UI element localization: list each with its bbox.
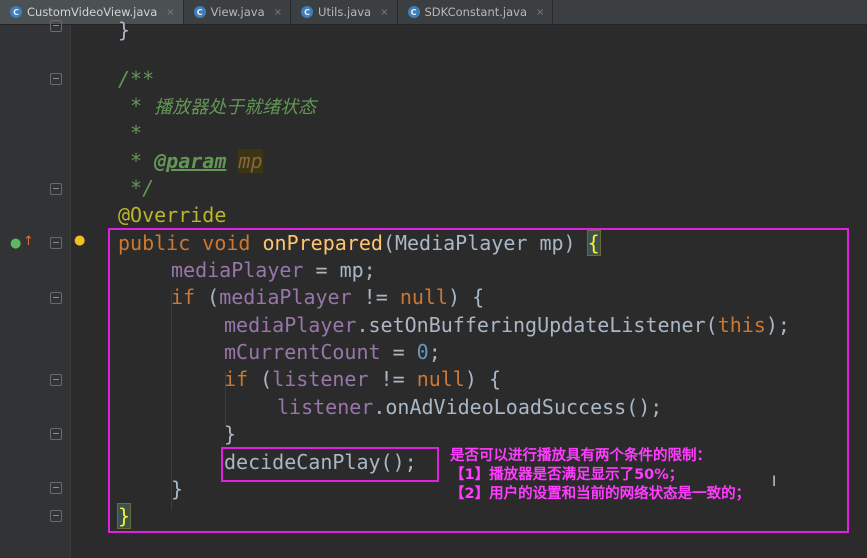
java-class-icon: C: [10, 6, 22, 18]
text-cursor-icon: I: [772, 474, 777, 490]
annotation-note: 是否可以进行播放具有两个条件的限制： 【1】播放器是否满足显示了50%； 【2】…: [450, 447, 750, 504]
lightbulb-icon[interactable]: ●: [74, 233, 85, 248]
code-line: *: [118, 121, 143, 145]
fold-marker-icon[interactable]: [50, 183, 62, 195]
annotation-line: 是否可以进行播放具有两个条件的限制：: [450, 448, 711, 464]
code-line: * 播放器处于就绪状态: [118, 94, 317, 118]
fold-marker-icon[interactable]: [50, 482, 62, 494]
fold-marker-icon[interactable]: [50, 20, 62, 32]
fold-marker-icon[interactable]: [50, 428, 62, 440]
code-line: }: [118, 18, 131, 42]
javadoc-description: 播放器处于就绪状态: [154, 97, 317, 118]
code-line: /**: [118, 67, 155, 91]
fold-marker-icon[interactable]: [50, 292, 62, 304]
fold-marker-icon[interactable]: [50, 237, 62, 249]
fold-marker-icon[interactable]: [50, 374, 62, 386]
fold-marker-icon[interactable]: [50, 510, 62, 522]
override-marker-icon[interactable]: ●: [10, 236, 21, 251]
gutter-divider: [70, 25, 71, 558]
code-line: */: [118, 176, 155, 200]
annotation-line: 【1】播放器是否满足显示了50%；: [450, 467, 684, 483]
override-arrow-icon[interactable]: ↑: [23, 234, 34, 249]
code-line: * @param mp: [118, 149, 263, 173]
code-line: @Override: [118, 203, 227, 227]
fold-marker-icon[interactable]: [50, 73, 62, 85]
call-highlight-box: [221, 447, 439, 482]
annotation-line: 【2】用户的设置和当前的网络状态是一致的；: [450, 486, 751, 502]
